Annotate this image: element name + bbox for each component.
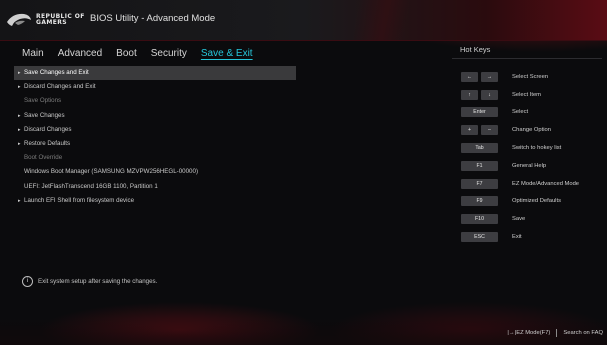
menu-item-save-changes[interactable]: ▸ Save Changes <box>14 109 296 123</box>
menu-item-discard-changes[interactable]: ▸ Discard Changes <box>14 123 296 137</box>
footer: |→|EZ Mode(F7) Search on FAQ <box>507 329 603 337</box>
hotkey-label: EZ Mode/Advanced Mode <box>512 180 580 187</box>
hotkey-row[interactable]: F10 Save <box>461 210 579 228</box>
hotkey-label: Select Screen <box>512 73 549 80</box>
hotkey-keys: F9 <box>461 196 498 207</box>
hotkey-keys: ↑ ↓ <box>461 89 498 100</box>
menu-item-label: Discard Changes <box>24 125 72 133</box>
key-cap: F9 <box>461 196 498 207</box>
help-text: Exit system setup after saving the chang… <box>38 278 158 285</box>
tab-advanced[interactable]: Advanced <box>58 48 102 59</box>
hotkey-label: Select <box>512 109 529 116</box>
hotkey-row[interactable]: ↑ ↓ Select Item <box>461 86 579 104</box>
section-header-save-options: Save Options <box>14 94 296 108</box>
key-cap: ← <box>461 71 478 82</box>
hotkey-keys: ESC <box>461 232 498 243</box>
hotkey-row[interactable]: ← → Select Screen <box>461 68 579 86</box>
rog-logo: REPUBLIC OF GAMERS <box>6 6 86 34</box>
key-cap: F10 <box>461 214 498 225</box>
search-faq-button[interactable]: Search on FAQ <box>563 330 603 336</box>
menu-item-label: Windows Boot Manager (SAMSUNG MZVPW256HE… <box>24 168 198 176</box>
hotkey-row[interactable]: F9 Optimized Defaults <box>461 193 579 211</box>
menu-item-windows-boot-manager-samsung-mzvpw256heg[interactable]: Windows Boot Manager (SAMSUNG MZVPW256HE… <box>14 165 296 179</box>
hotkey-row[interactable]: + – Change Option <box>461 121 579 139</box>
menu-item-discard-changes-and-exit[interactable]: ▸ Discard Changes and Exit <box>14 80 296 94</box>
brand-text: REPUBLIC OF GAMERS <box>36 13 85 27</box>
key-cap: – <box>481 125 498 136</box>
hotkey-row[interactable]: ESC Exit <box>461 228 579 246</box>
hotkey-label: Save <box>512 216 526 223</box>
hotkey-label: Switch to hokey list <box>512 145 562 152</box>
key-cap: Enter <box>461 107 498 118</box>
menu-item-label: Save Changes <box>24 111 65 119</box>
menu-item-restore-defaults[interactable]: ▸ Restore Defaults <box>14 137 296 151</box>
hotkeys-title: Hot Keys <box>460 45 491 54</box>
menu-item-label: Save Changes and Exit <box>24 69 89 76</box>
key-cap: ↓ <box>481 89 498 100</box>
hotkey-keys: F10 <box>461 214 498 225</box>
key-cap: F1 <box>461 160 498 171</box>
hotkey-keys: Enter <box>461 107 498 118</box>
hotkey-row[interactable]: F7 EZ Mode/Advanced Mode <box>461 175 579 193</box>
key-cap: F7 <box>461 178 498 189</box>
menu-item-label: Boot Override <box>24 154 63 162</box>
main-tabs: Main Advanced Boot Security Save & Exit <box>0 43 300 63</box>
hotkeys-list: ← → Select Screen ↑ ↓ Select Item Enter Select +… <box>461 68 579 246</box>
menu-item-label: UEFI: JetFlashTranscend 16GB 1100, Parti… <box>24 182 158 190</box>
hotkey-keys: ← → <box>461 71 498 82</box>
hotkey-row[interactable]: F1 General Help <box>461 157 579 175</box>
tab-security[interactable]: Security <box>151 48 187 59</box>
hotkey-label: Exit <box>512 234 522 241</box>
hotkey-row[interactable]: Enter Select <box>461 104 579 122</box>
key-cap: ESC <box>461 232 498 243</box>
ez-mode-button[interactable]: |→|EZ Mode(F7) <box>507 330 550 336</box>
menu-item-label: Discard Changes and Exit <box>24 83 96 91</box>
rog-eye-icon <box>7 13 31 26</box>
key-cap: + <box>461 125 478 136</box>
footer-separator <box>556 329 558 337</box>
hotkey-keys: + – <box>461 125 498 136</box>
hotkey-label: Change Option <box>512 127 551 134</box>
key-cap: → <box>481 71 498 82</box>
help-hint: i Exit system setup after saving the cha… <box>22 276 157 287</box>
hotkey-label: Select Item <box>512 91 541 98</box>
save-exit-menu: ▸ Save Changes and Exit ▸ Discard Changes a… <box>14 66 296 208</box>
hotkey-keys: Tab <box>461 143 498 154</box>
brand-line2: GAMERS <box>36 19 67 26</box>
hotkey-keys: F1 <box>461 160 498 171</box>
menu-item-uefi-jetflashtranscend-16gb-1100-partiti[interactable]: UEFI: JetFlashTranscend 16GB 1100, Parti… <box>14 180 296 194</box>
tab-main[interactable]: Main <box>22 48 44 59</box>
header-stripe <box>300 0 440 40</box>
title-bar: REPUBLIC OF GAMERS BIOS Utility - Advanc… <box>0 0 607 41</box>
app-title: BIOS Utility - Advanced Mode <box>90 13 216 24</box>
section-header-boot-override: Boot Override <box>14 151 296 165</box>
menu-item-label: Save Options <box>24 97 62 105</box>
key-cap: ↑ <box>461 89 478 100</box>
hotkey-label: Optimized Defaults <box>512 198 561 205</box>
tab-save-exit[interactable]: Save & Exit <box>201 48 253 59</box>
tab-boot[interactable]: Boot <box>116 48 137 59</box>
menu-item-label: Restore Defaults <box>24 139 71 147</box>
hotkey-keys: F7 <box>461 178 498 189</box>
info-icon: i <box>22 276 33 287</box>
menu-item-save-changes-and-exit[interactable]: ▸ Save Changes and Exit <box>14 66 296 81</box>
key-cap: Tab <box>461 143 498 154</box>
hotkey-label: General Help <box>512 162 547 169</box>
hotkey-row[interactable]: Tab Switch to hokey list <box>461 139 579 157</box>
menu-item-launch-efi-shell-from-filesystem-device[interactable]: ▸ Launch EFI Shell from filesystem device <box>14 194 296 208</box>
hotkeys-divider <box>452 58 602 59</box>
menu-item-label: Launch EFI Shell from filesystem device <box>24 196 135 204</box>
